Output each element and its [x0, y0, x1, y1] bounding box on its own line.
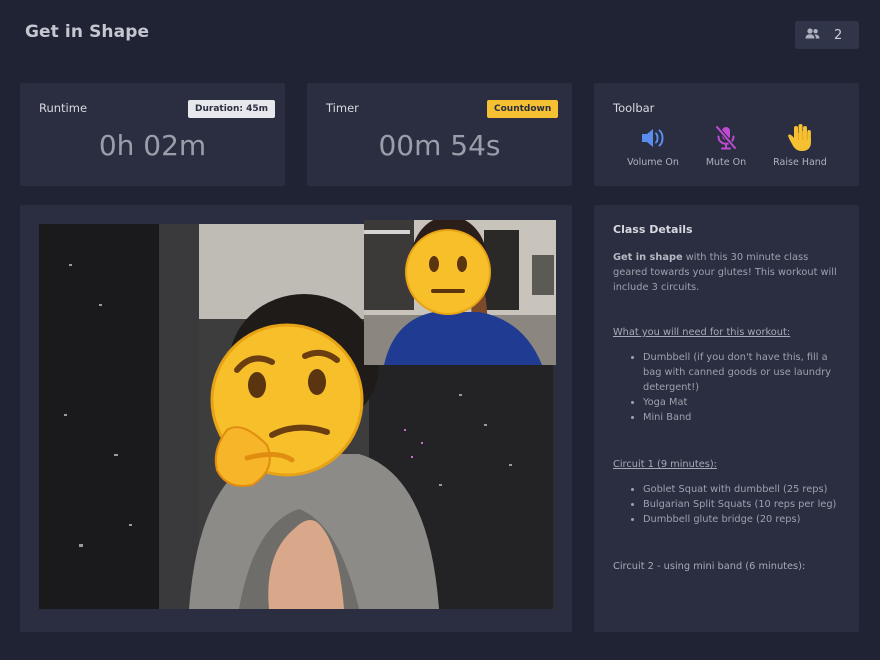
circuit1-heading: Circuit 1 (9 minutes): [613, 459, 717, 470]
list-item: Yoga Mat [643, 395, 845, 410]
mute-button[interactable]: Mute On [694, 123, 758, 168]
list-item: Goblet Squat with dumbbell (25 reps) [643, 482, 845, 497]
list-item: Mini Band [643, 410, 845, 425]
need-list: Dumbbell (if you don't have this, fill a… [643, 350, 845, 425]
runtime-card: Runtime Duration: 45m 0h 02m [20, 83, 285, 186]
list-item: Dumbbell glute bridge (20 reps) [643, 512, 845, 527]
timer-card: Timer Countdown 00m 54s [307, 83, 572, 186]
people-icon [805, 27, 820, 43]
class-details-body: Get in shape with this 30 minute class g… [613, 250, 845, 574]
need-heading: What you will need for this workout: [613, 327, 791, 338]
intro-bold: Get in shape [613, 252, 683, 263]
timer-value: 00m 54s [378, 129, 501, 162]
mic-off-icon [694, 123, 758, 153]
list-item: Bulgarian Split Squats (10 reps per leg) [643, 497, 845, 512]
participant-count: 2 [834, 27, 843, 43]
toolbar-card: Toolbar Volume On Mute On Raise Hand [594, 83, 859, 186]
raise-hand-button[interactable]: Raise Hand [768, 123, 832, 168]
intro-paragraph: Get in shape with this 30 minute class g… [613, 250, 845, 295]
circuit1-list: Goblet Squat with dumbbell (25 reps) Bul… [643, 482, 845, 527]
volume-icon [621, 123, 685, 153]
mute-label: Mute On [705, 157, 747, 168]
participants-button[interactable]: 2 [795, 21, 859, 49]
countdown-badge: Countdown [487, 100, 559, 118]
volume-button[interactable]: Volume On [621, 123, 685, 168]
runtime-value: 0h 02m [98, 129, 207, 162]
pip-video-feed[interactable] [364, 220, 556, 365]
timer-label: Timer [326, 101, 359, 115]
raised-hand-icon [768, 123, 832, 153]
raise-hand-label: Raise Hand [773, 157, 827, 168]
list-item: Dumbbell (if you don't have this, fill a… [643, 350, 845, 395]
volume-label: Volume On [627, 157, 679, 168]
runtime-label: Runtime [39, 101, 88, 115]
class-details-title: Class Details [613, 223, 693, 236]
page-title: Get in Shape [25, 22, 150, 42]
toolbar-label: Toolbar [613, 101, 655, 115]
duration-badge: Duration: 45m [188, 100, 276, 118]
class-details-card: Class Details Get in shape with this 30 … [594, 205, 859, 632]
circuit2-heading: Circuit 2 - using mini band (6 minutes): [613, 561, 806, 572]
